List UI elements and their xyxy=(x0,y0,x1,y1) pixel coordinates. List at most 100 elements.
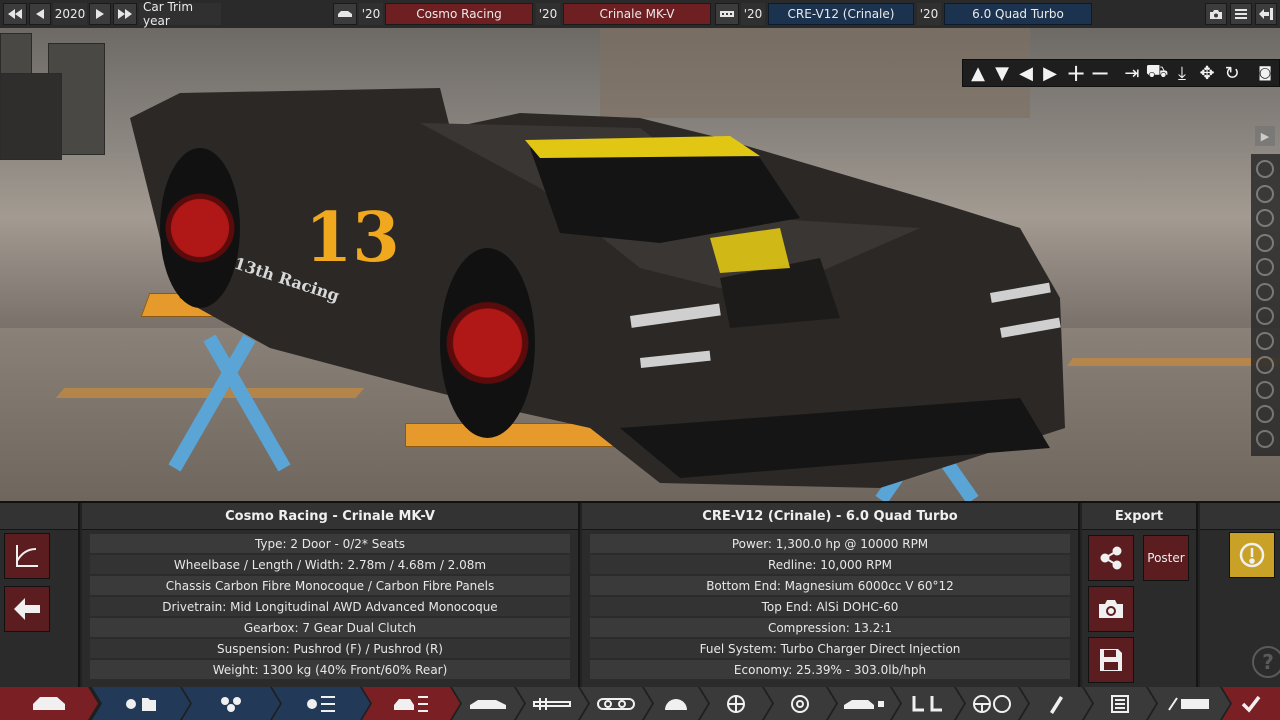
car-info-row: Drivetrain: Mid Longitudinal AWD Advance… xyxy=(90,597,570,616)
align-right-icon[interactable]: ⇥ xyxy=(1121,62,1143,84)
engine-info-title: CRE-V12 (Crinale) - 6.0 Quad Turbo xyxy=(582,503,1078,530)
wheel-icon xyxy=(726,694,746,714)
left-column-header xyxy=(0,503,78,530)
share-nodes-icon xyxy=(1100,546,1122,570)
back-button[interactable] xyxy=(4,586,50,632)
exit-button[interactable] xyxy=(1255,3,1277,25)
engine-info-row: Fuel System: Turbo Charger Direct Inject… xyxy=(590,639,1070,658)
help-icon[interactable]: ? xyxy=(1252,646,1280,678)
play-button[interactable]: ▶ xyxy=(1255,126,1275,146)
graph-button[interactable] xyxy=(4,533,50,579)
brake-disc-icon xyxy=(790,694,810,714)
engine-variant-selector[interactable]: 6.0 Quad Turbo xyxy=(944,3,1092,25)
car-model-icon-button[interactable] xyxy=(333,3,357,25)
engine-info-row: Top End: AlSi DOHC-60 xyxy=(590,597,1070,616)
parts-view-icon[interactable] xyxy=(1256,209,1274,227)
no-entry-icon[interactable] xyxy=(1256,356,1274,374)
prev-year-button[interactable] xyxy=(29,3,51,25)
screenshot-button[interactable] xyxy=(1205,3,1227,25)
body-view-icon[interactable] xyxy=(1256,258,1274,276)
nav-chassis[interactable] xyxy=(516,687,588,720)
warning-button[interactable] xyxy=(1229,532,1275,578)
engine-info-column: CRE-V12 (Crinale) - 6.0 Quad Turbo Power… xyxy=(582,503,1080,689)
car-info-row: Chassis Carbon Fibre Monocoque / Carbon … xyxy=(90,576,570,595)
next-year-button[interactable] xyxy=(89,3,111,25)
car-view-icon[interactable]: ⛟ xyxy=(1146,61,1169,84)
nav-engine-family[interactable] xyxy=(92,687,190,720)
panel-view-icon[interactable] xyxy=(1256,234,1274,252)
car-3d-viewport[interactable]: 13 13th Racing ▲ ▼ ◀ ▶ + − ⇥ ⛟ ⤓ ✥ ↻ ◙ ▶ xyxy=(0,28,1280,501)
lower-icon[interactable]: ⤓ xyxy=(1171,62,1193,84)
nav-paint[interactable] xyxy=(1020,687,1092,720)
down-arrow-icon[interactable]: ▼ xyxy=(991,62,1013,84)
play-icon: ▶ xyxy=(1260,129,1270,143)
nav-aero[interactable] xyxy=(644,687,708,720)
nav-engine-parts[interactable] xyxy=(272,687,370,720)
nav-brakes[interactable] xyxy=(764,687,836,720)
nav-wheels[interactable] xyxy=(700,687,772,720)
engine-info-row: Economy: 25.39% - 303.0lb/hph xyxy=(590,660,1070,679)
wheel-view-icon[interactable] xyxy=(1256,160,1274,178)
designer-nav-bar xyxy=(0,687,1280,720)
nav-engine-block[interactable] xyxy=(182,687,280,720)
nav-body[interactable] xyxy=(452,687,524,720)
stats-list-icon xyxy=(1110,694,1130,714)
camera-toolbar: ▲ ▼ ◀ ▶ + − ⇥ ⛟ ⤓ ✥ ↻ ◙ xyxy=(962,59,1280,87)
car-fixtures-icon xyxy=(842,697,886,711)
frame-view-icon[interactable] xyxy=(1256,307,1274,325)
share-button[interactable] xyxy=(1088,535,1134,581)
engine-icon-button[interactable] xyxy=(715,3,739,25)
nav-drivetrain[interactable] xyxy=(580,687,652,720)
right-arrow-icon[interactable]: ▶ xyxy=(1039,62,1061,84)
export-title: Export xyxy=(1082,503,1196,530)
person-walk-icon[interactable] xyxy=(1256,405,1274,423)
camera-icon[interactable]: ◙ xyxy=(1254,62,1276,84)
left-arrow-icon[interactable]: ◀ xyxy=(1015,62,1037,84)
gear-icon[interactable] xyxy=(1256,381,1274,399)
engine-info-row: Compression: 13.2:1 xyxy=(590,618,1070,637)
photo-export-button[interactable] xyxy=(1088,586,1134,632)
suspension-view-icon[interactable] xyxy=(1256,332,1274,350)
fan-icon xyxy=(663,696,689,712)
floor-marking xyxy=(1067,358,1280,366)
car-side-icon xyxy=(468,697,508,711)
move-icon[interactable]: ✥ xyxy=(1196,62,1218,84)
nav-car-design[interactable] xyxy=(362,687,460,720)
nav-stats[interactable] xyxy=(1084,687,1156,720)
car-info-row: Weight: 1300 kg (40% Front/60% Rear) xyxy=(90,660,570,679)
nav-steering[interactable] xyxy=(956,687,1028,720)
car-icon xyxy=(31,694,67,714)
manufacturer-selector[interactable]: Cosmo Racing xyxy=(385,3,533,25)
car-info-column: Cosmo Racing - Crinale MK-V Type: 2 Door… xyxy=(82,503,580,689)
rotate-reset-icon[interactable]: ↻ xyxy=(1221,62,1243,84)
nav-test-track[interactable] xyxy=(1148,687,1230,720)
zoom-in-icon[interactable]: + xyxy=(1065,59,1087,87)
nav-interior[interactable] xyxy=(892,687,964,720)
chassis-view-icon[interactable] xyxy=(1256,283,1274,301)
save-button[interactable] xyxy=(1088,637,1134,683)
poster-button[interactable]: Poster xyxy=(1143,535,1189,581)
axis-curve-icon xyxy=(16,545,38,567)
drivetrain-icon xyxy=(596,696,636,712)
nav-fixtures[interactable] xyxy=(828,687,900,720)
first-year-button[interactable] xyxy=(3,3,27,25)
nav-car-overview[interactable] xyxy=(0,687,98,720)
car-info-row: Wheelbase / Length / Width: 2.78m / 4.68… xyxy=(90,555,570,574)
menu-button[interactable] xyxy=(1230,3,1252,25)
double-right-arrow-icon xyxy=(118,9,132,19)
trim-year-label: Car Trim year xyxy=(139,0,221,28)
engine-family-selector[interactable]: CRE-V12 (Crinale) xyxy=(768,3,914,25)
paint-view-icon[interactable] xyxy=(1256,185,1274,203)
camera-icon xyxy=(1210,9,1222,19)
model-year-2: '20 xyxy=(536,3,560,25)
circle-icon[interactable] xyxy=(1256,430,1274,448)
last-year-button[interactable] xyxy=(113,3,137,25)
chassis-icon xyxy=(532,696,572,712)
engine-cylinders-icon xyxy=(217,694,245,714)
right-arrow-icon xyxy=(96,9,104,19)
zoom-out-icon[interactable]: − xyxy=(1089,59,1111,87)
model-selector[interactable]: Crinale MK-V xyxy=(563,3,711,25)
year-value: 2020 xyxy=(53,3,87,25)
up-arrow-icon[interactable]: ▲ xyxy=(967,62,989,84)
confirm-button[interactable] xyxy=(1222,687,1280,720)
